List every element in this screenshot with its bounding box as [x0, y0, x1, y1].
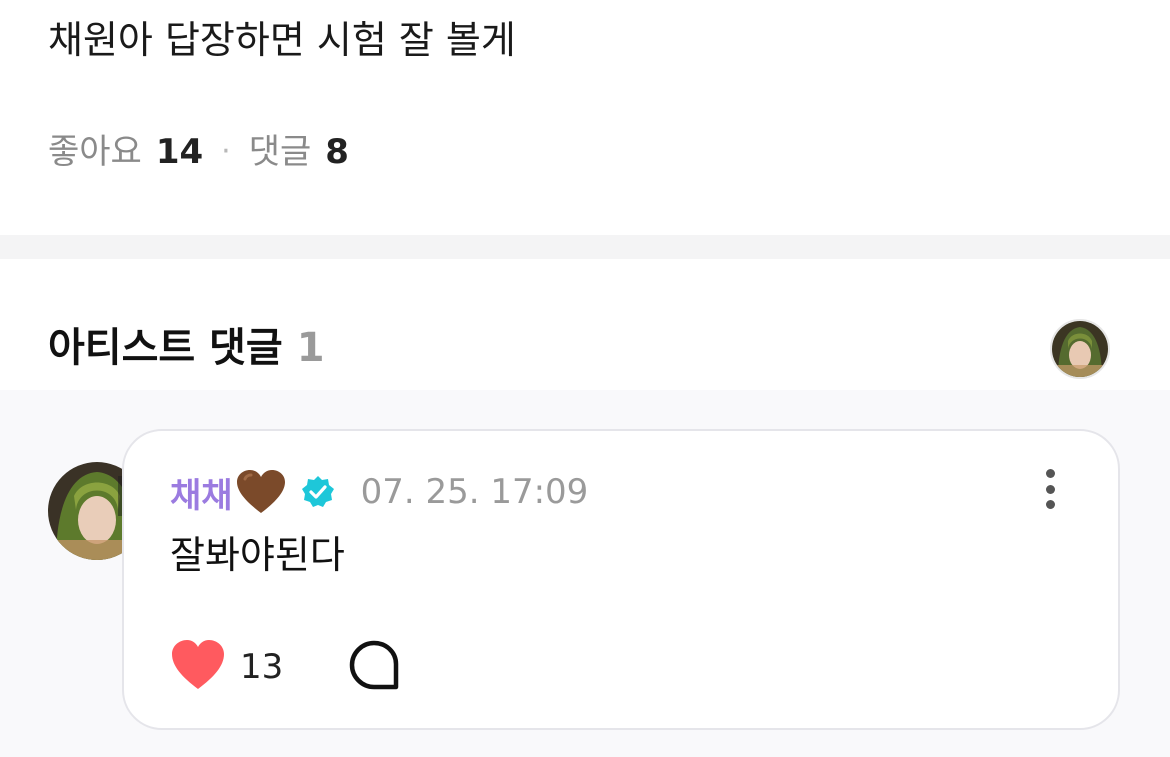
section-divider: [0, 235, 1170, 259]
comment-author-name[interactable]: 채채: [170, 468, 233, 517]
heart-icon[interactable]: [170, 639, 226, 691]
stats-separator: ·: [221, 134, 231, 169]
artist-comments-title: 아티스트 댓글: [48, 325, 283, 371]
more-vertical-icon[interactable]: [1040, 469, 1060, 509]
artist-comments-count: 1: [296, 325, 325, 371]
comment-text: 잘봐야된다: [170, 533, 345, 577]
likes-count[interactable]: 14: [156, 128, 203, 176]
like-count: 13: [240, 647, 284, 687]
comment-card: 채채 07. 25. 17:09 잘봐야된다 13: [122, 429, 1120, 730]
artist-avatar[interactable]: [1050, 319, 1110, 379]
comment-header: 채채 07. 25. 17:09: [170, 467, 588, 517]
reply-bubble-icon[interactable]: [349, 640, 399, 690]
verified-icon: [301, 475, 335, 509]
comments-count[interactable]: 8: [325, 128, 349, 176]
reply-button[interactable]: [283, 640, 399, 694]
likes-label[interactable]: 좋아요: [48, 128, 142, 176]
comments-label[interactable]: 댓글: [249, 128, 312, 176]
post-stats: 좋아요 14 · 댓글 8: [48, 128, 349, 176]
brown-heart-icon: [235, 469, 287, 515]
comment-actions: 13: [170, 639, 399, 695]
like-button[interactable]: [170, 639, 226, 695]
comment-date: 07. 25. 17:09: [360, 472, 589, 512]
post-text: 채원아 답장하면 시험 잘 볼게: [48, 18, 516, 62]
artist-comments-header: 아티스트 댓글 1: [48, 318, 325, 378]
